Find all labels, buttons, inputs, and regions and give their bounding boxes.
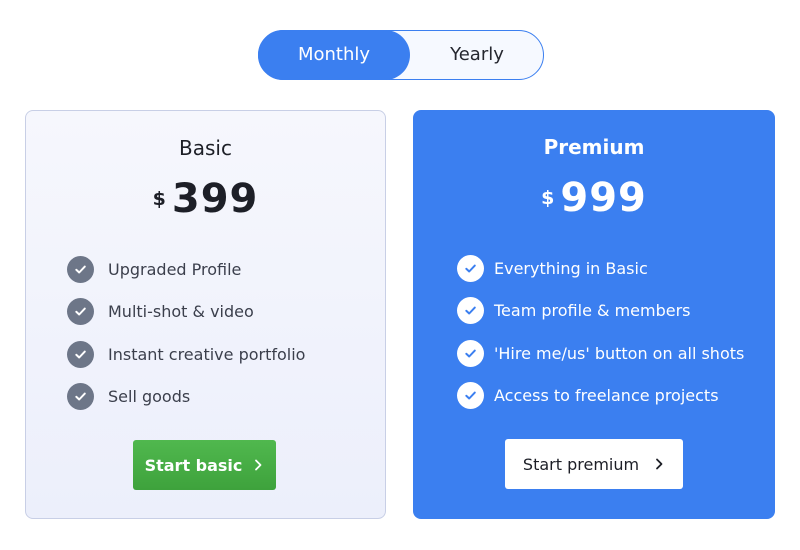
check-circle-icon [457,382,484,410]
feature-label: 'Hire me/us' button on all shots [494,343,745,363]
chevron-right-icon [656,458,663,470]
chevron-right-icon [255,459,262,471]
start-basic-button[interactable]: Start basic [133,440,276,490]
monthly-toggle-option[interactable]: Monthly [258,30,410,80]
billing-period-toggle: Monthly Yearly [258,30,544,80]
feature-label: Team profile & members [494,301,691,321]
check-circle-icon [67,298,94,326]
price-amount: 399 [171,176,259,222]
yearly-toggle-option[interactable]: Yearly [410,30,544,80]
feature-label: Sell goods [108,387,191,407]
feature-item: Sell goods [67,376,385,419]
price-amount: 999 [560,175,647,221]
check-circle-icon [457,339,484,367]
plan-title: Premium [543,135,645,159]
feature-item: Access to freelance projects [457,375,775,418]
start-premium-button[interactable]: Start premium [505,439,683,489]
feature-item: Multi-shot & video [67,291,385,334]
button-label: Start premium [522,454,640,474]
check-circle-icon [67,340,94,368]
basic-plan-card: Basic $ 399 Upgraded Profile Multi-shot … [25,110,386,519]
currency-symbol: $ [541,187,555,209]
feature-item: Everything in Basic [457,247,775,290]
feature-list: Everything in Basic Team profile & membe… [413,247,775,417]
button-label: Start basic [144,455,243,475]
feature-item: Instant creative portfolio [67,333,385,376]
feature-label: Multi-shot & video [108,302,254,322]
plan-price: $ 999 [413,175,775,221]
feature-list: Upgraded Profile Multi-shot & video Inst… [26,248,385,418]
feature-item: 'Hire me/us' button on all shots [457,332,775,375]
premium-plan-card: Premium $ 999 Everything in Basic Team p… [413,110,775,519]
feature-label: Instant creative portfolio [108,344,306,364]
feature-item: Team profile & members [457,290,775,333]
check-circle-icon [457,254,484,282]
feature-label: Upgraded Profile [108,259,242,279]
check-circle-icon [67,383,94,411]
plan-title: Basic [179,136,232,160]
plan-price: $ 399 [26,176,385,222]
feature-item: Upgraded Profile [67,248,385,291]
check-circle-icon [67,255,94,283]
check-circle-icon [457,297,484,325]
currency-symbol: $ [152,188,166,210]
feature-label: Access to freelance projects [494,386,719,406]
feature-label: Everything in Basic [494,258,648,278]
